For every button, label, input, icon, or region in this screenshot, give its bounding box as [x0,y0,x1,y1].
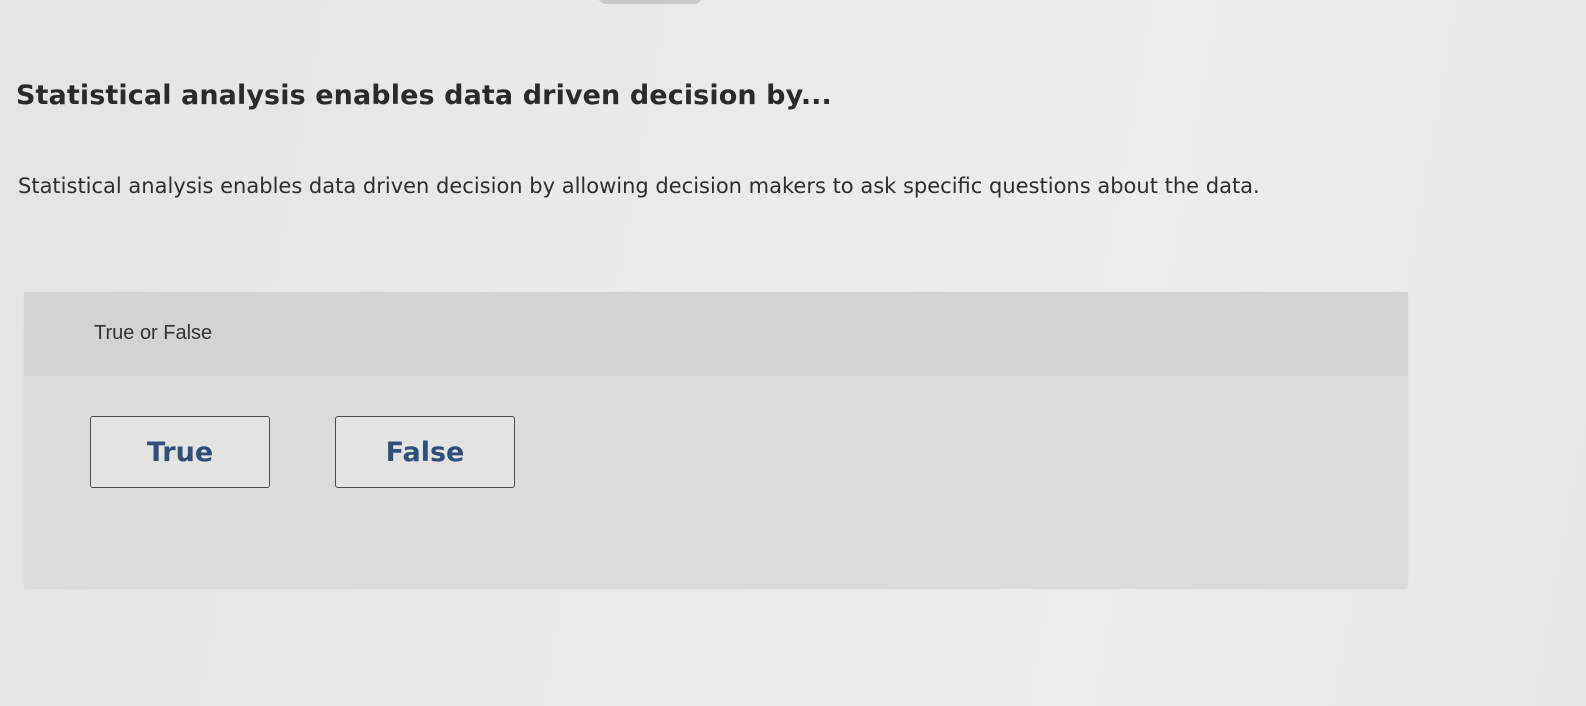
true-button[interactable]: True [90,416,270,488]
question-title: Statistical analysis enables data driven… [16,80,832,111]
question-prompt: Statistical analysis enables data driven… [18,174,1260,198]
question-type-label: True or False [94,322,213,344]
answer-panel-header: True or False [24,292,1408,376]
answer-panel: True or False True False [24,292,1408,589]
top-tab-handle [598,0,702,4]
false-button[interactable]: False [335,416,515,488]
